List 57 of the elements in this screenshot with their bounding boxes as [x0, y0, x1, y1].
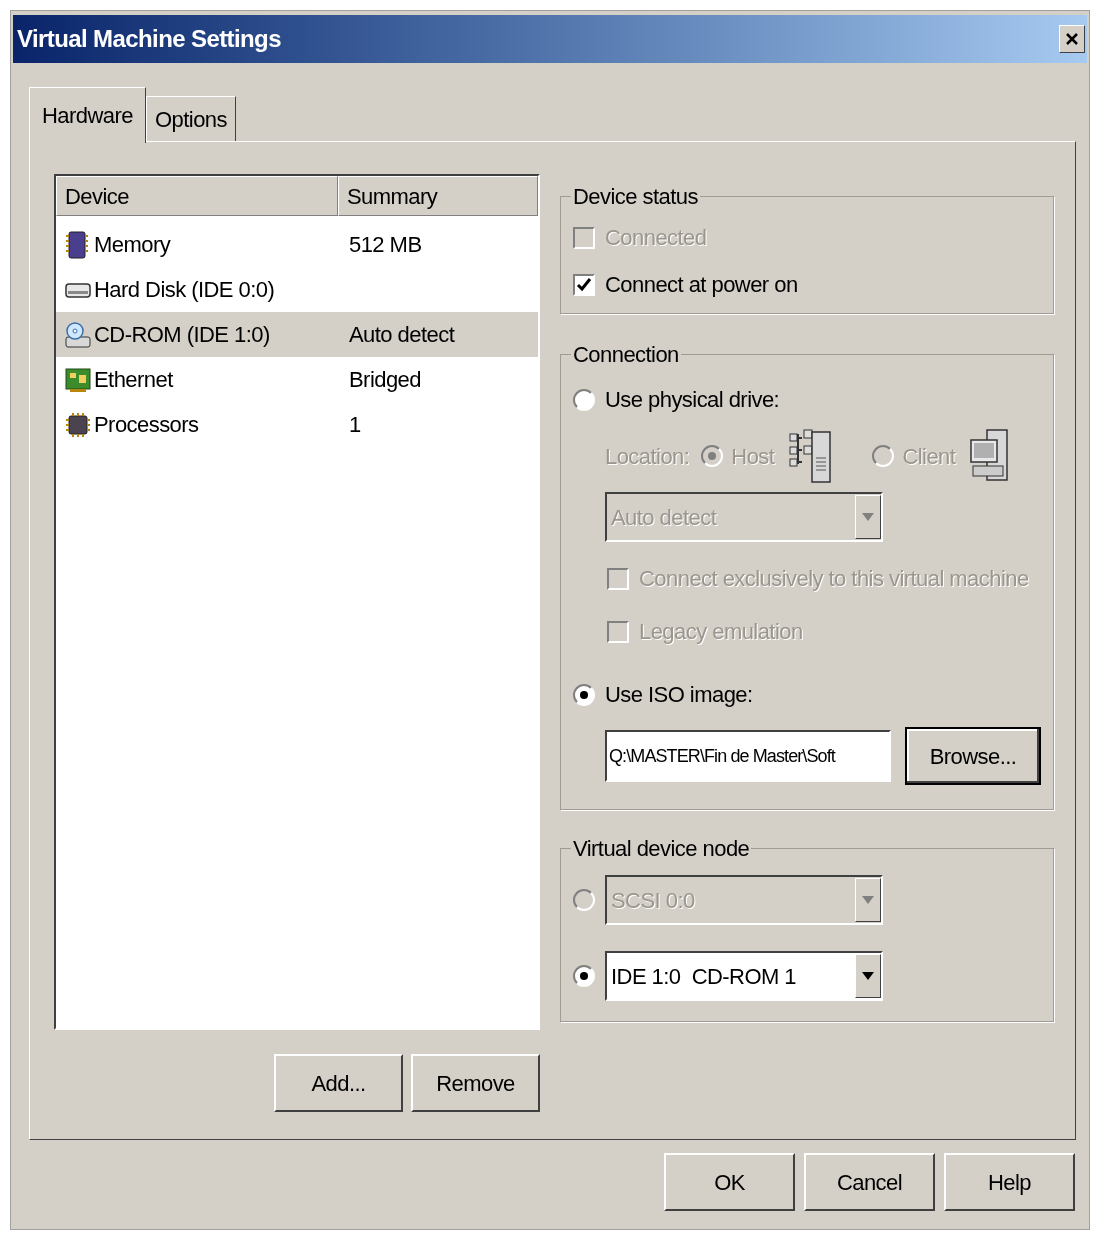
computer-icon [969, 428, 1010, 484]
device-summary: Auto detect [348, 321, 455, 349]
checkbox[interactable] [607, 567, 629, 590]
close-button[interactable] [1059, 25, 1085, 53]
dropdown-arrow-icon [862, 513, 874, 521]
location-label: Location: [605, 442, 690, 471]
radio-label: Host [731, 442, 775, 471]
group-title: Connection [572, 341, 680, 369]
dropdown-arrow-icon [862, 896, 874, 904]
list-button[interactable]: Remove [411, 1054, 540, 1112]
checkbox-label: Legacy emulation [639, 618, 803, 646]
checkbox[interactable] [607, 620, 629, 643]
dropdown-value: Auto detect [610, 503, 717, 532]
list-button[interactable]: Add... [274, 1054, 403, 1112]
radio-button[interactable] [573, 683, 595, 706]
column-header[interactable]: Summary [338, 176, 538, 216]
dropdown[interactable]: IDE 1:0 CD-ROM 1 [605, 951, 883, 1001]
dropdown-arrow-icon [862, 972, 874, 980]
tab[interactable]: Hardware [29, 87, 146, 143]
processor-chip-icon [64, 410, 92, 439]
device-summary: 1 [348, 411, 361, 439]
device-name: Processors [93, 411, 200, 439]
network-card-icon [64, 365, 92, 394]
dialog-button[interactable]: Help [944, 1153, 1075, 1211]
dropdown-value: IDE 1:0 CD-ROM 1 [610, 962, 797, 991]
radio-button[interactable] [573, 965, 595, 987]
device-summary: Bridged [348, 366, 421, 394]
radio-label: Use ISO image: [605, 681, 753, 709]
checkbox-label: Connect exclusively to this virtual machine [639, 565, 1029, 593]
checkbox[interactable] [573, 273, 595, 296]
checkbox-label: Connected [605, 224, 707, 252]
close-icon [1065, 32, 1079, 46]
checkbox-label: Connect at power on [605, 271, 798, 299]
dialog-button[interactable]: OK [664, 1153, 795, 1211]
radio-label: Client [902, 442, 956, 471]
device-row[interactable]: CD-ROM (IDE 1:0) Auto detect [56, 312, 538, 357]
server-tree-icon [788, 428, 833, 484]
dropdown-value: SCSI 0:0 [610, 886, 695, 915]
browse-button[interactable]: Browse... [905, 727, 1041, 785]
tab[interactable]: Options [146, 96, 236, 142]
group-title: Device status [572, 183, 699, 211]
device-name: Hard Disk (IDE 0:0) [93, 276, 276, 304]
dialog-button[interactable]: Cancel [804, 1153, 935, 1211]
radio-button[interactable] [872, 445, 895, 467]
group-title: Virtual device node [572, 835, 751, 863]
window-title: Virtual Machine Settings [17, 24, 281, 54]
radio-button[interactable] [701, 445, 724, 467]
device-name: CD-ROM (IDE 1:0) [93, 321, 271, 349]
cd-drive-icon [64, 320, 92, 349]
device-name: Ethernet [93, 366, 175, 394]
path-field[interactable]: Q:\MASTER\Fin de Master\Soft [605, 730, 891, 782]
column-header[interactable]: Device [56, 176, 338, 216]
radio-label: Use physical drive: [605, 386, 780, 414]
device-summary: 512 MB [348, 231, 422, 259]
device-name: Memory [93, 231, 172, 259]
checkmark-icon [576, 276, 592, 293]
radio-button[interactable] [573, 388, 595, 411]
